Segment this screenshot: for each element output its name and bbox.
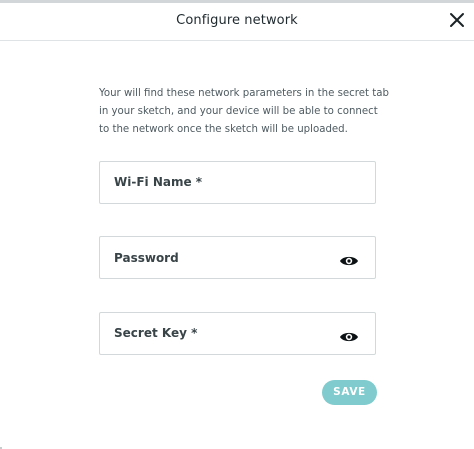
- password-field[interactable]: Password: [99, 236, 376, 279]
- dialog-title: Configure network: [176, 13, 298, 28]
- wifi-name-label: Wi-Fi Name *: [114, 175, 203, 189]
- dialog-description: Your will find these network parameters …: [99, 88, 389, 135]
- eye-icon[interactable]: [339, 330, 359, 344]
- close-icon[interactable]: [448, 11, 466, 29]
- password-label: Password: [114, 251, 179, 265]
- secret-key-label: Secret Key *: [114, 326, 198, 340]
- save-button[interactable]: SAVE: [322, 380, 377, 405]
- secret-key-field[interactable]: Secret Key *: [99, 312, 376, 355]
- wifi-name-field[interactable]: Wi-Fi Name *: [99, 161, 376, 204]
- eye-icon[interactable]: [339, 254, 359, 268]
- dialog-header: Configure network: [0, 3, 474, 41]
